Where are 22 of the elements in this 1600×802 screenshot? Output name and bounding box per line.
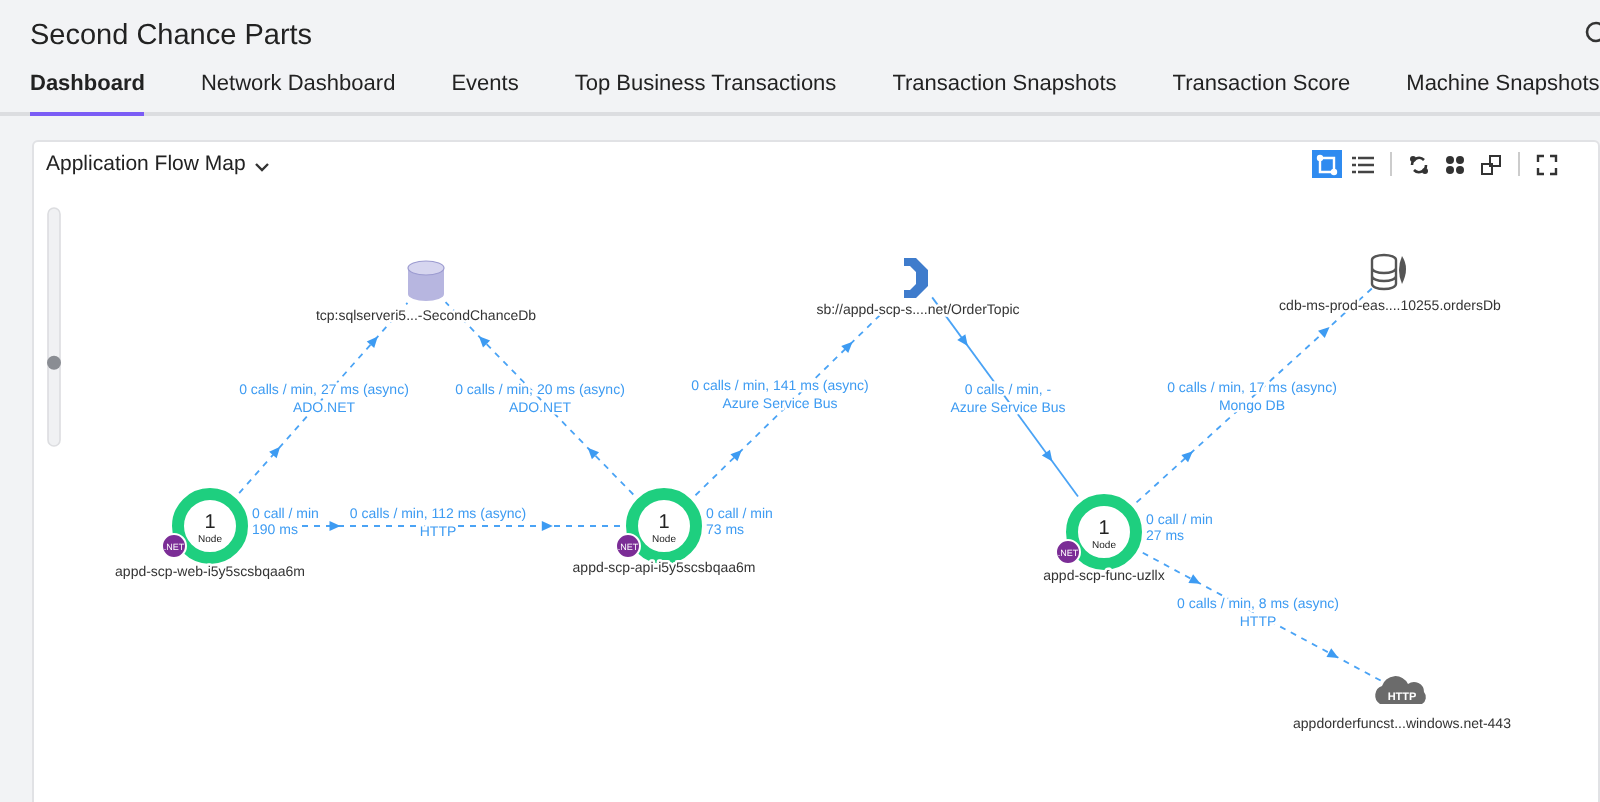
mongo-database-icon[interactable] [1370, 253, 1406, 291]
tab[interactable]: Network Dashboard [200, 68, 396, 116]
search-icon[interactable] [1584, 20, 1600, 44]
node-count: 1 [1098, 518, 1110, 540]
tab[interactable]: Events [451, 68, 519, 116]
layout-icon[interactable] [1476, 150, 1506, 178]
page-title: Second Chance Parts [30, 18, 313, 56]
tab[interactable]: Machine Snapshots [1406, 68, 1600, 116]
slider-thumb[interactable] [47, 355, 61, 370]
tab[interactable]: Transaction Snapshots [892, 68, 1117, 116]
refresh-icon[interactable] [1404, 150, 1434, 178]
caret-icon[interactable] [253, 161, 270, 171]
tab[interactable]: Transaction Score [1172, 68, 1351, 116]
tab[interactable]: Dashboard [30, 68, 145, 116]
panel-title: Application Flow Map [46, 150, 246, 181]
fullscreen-icon[interactable] [1532, 150, 1562, 178]
node-count: 1 [658, 512, 670, 534]
zoom-slider[interactable] [47, 207, 61, 447]
grid-icon[interactable] [1440, 150, 1470, 178]
node-count: 1 [204, 512, 216, 534]
service-bus-icon[interactable] [904, 258, 928, 298]
tab[interactable]: Top Business Transactions [574, 68, 837, 116]
